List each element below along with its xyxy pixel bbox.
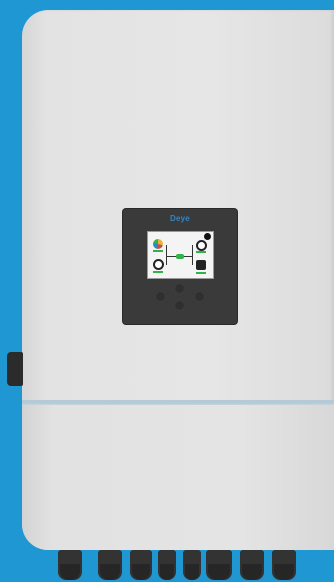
- home-icon: [196, 260, 206, 270]
- solar-icon: [153, 239, 163, 249]
- brand-logo: Deye: [170, 214, 190, 223]
- control-panel: Deye: [123, 209, 237, 324]
- up-button[interactable]: [174, 283, 185, 294]
- cable-gland-2: [98, 550, 122, 580]
- battery-bar: [153, 271, 163, 273]
- left-button[interactable]: [155, 291, 166, 302]
- cable-gland-3: [130, 550, 152, 580]
- lcd-screen: [147, 231, 214, 279]
- battery-icon: [153, 259, 164, 270]
- cable-gland-1: [58, 550, 82, 580]
- solar-bar: [153, 250, 163, 252]
- cable-gland-5: [183, 550, 201, 580]
- flow-line-right: [192, 245, 193, 265]
- dc-switch[interactable]: [7, 352, 23, 386]
- enter-button[interactable]: [174, 300, 185, 311]
- flow-line-left: [166, 245, 167, 265]
- grid-icon: [196, 240, 207, 251]
- cable-gland-8: [272, 550, 296, 580]
- cable-gland-7: [240, 550, 264, 580]
- inverter-hub-icon: [176, 254, 184, 259]
- cable-gland-6: [206, 550, 232, 580]
- grid-bar: [196, 251, 206, 253]
- camera-icon: [204, 233, 211, 240]
- right-button[interactable]: [194, 291, 205, 302]
- lower-cover: [22, 405, 334, 550]
- home-bar: [196, 272, 206, 274]
- cable-gland-4: [158, 550, 176, 580]
